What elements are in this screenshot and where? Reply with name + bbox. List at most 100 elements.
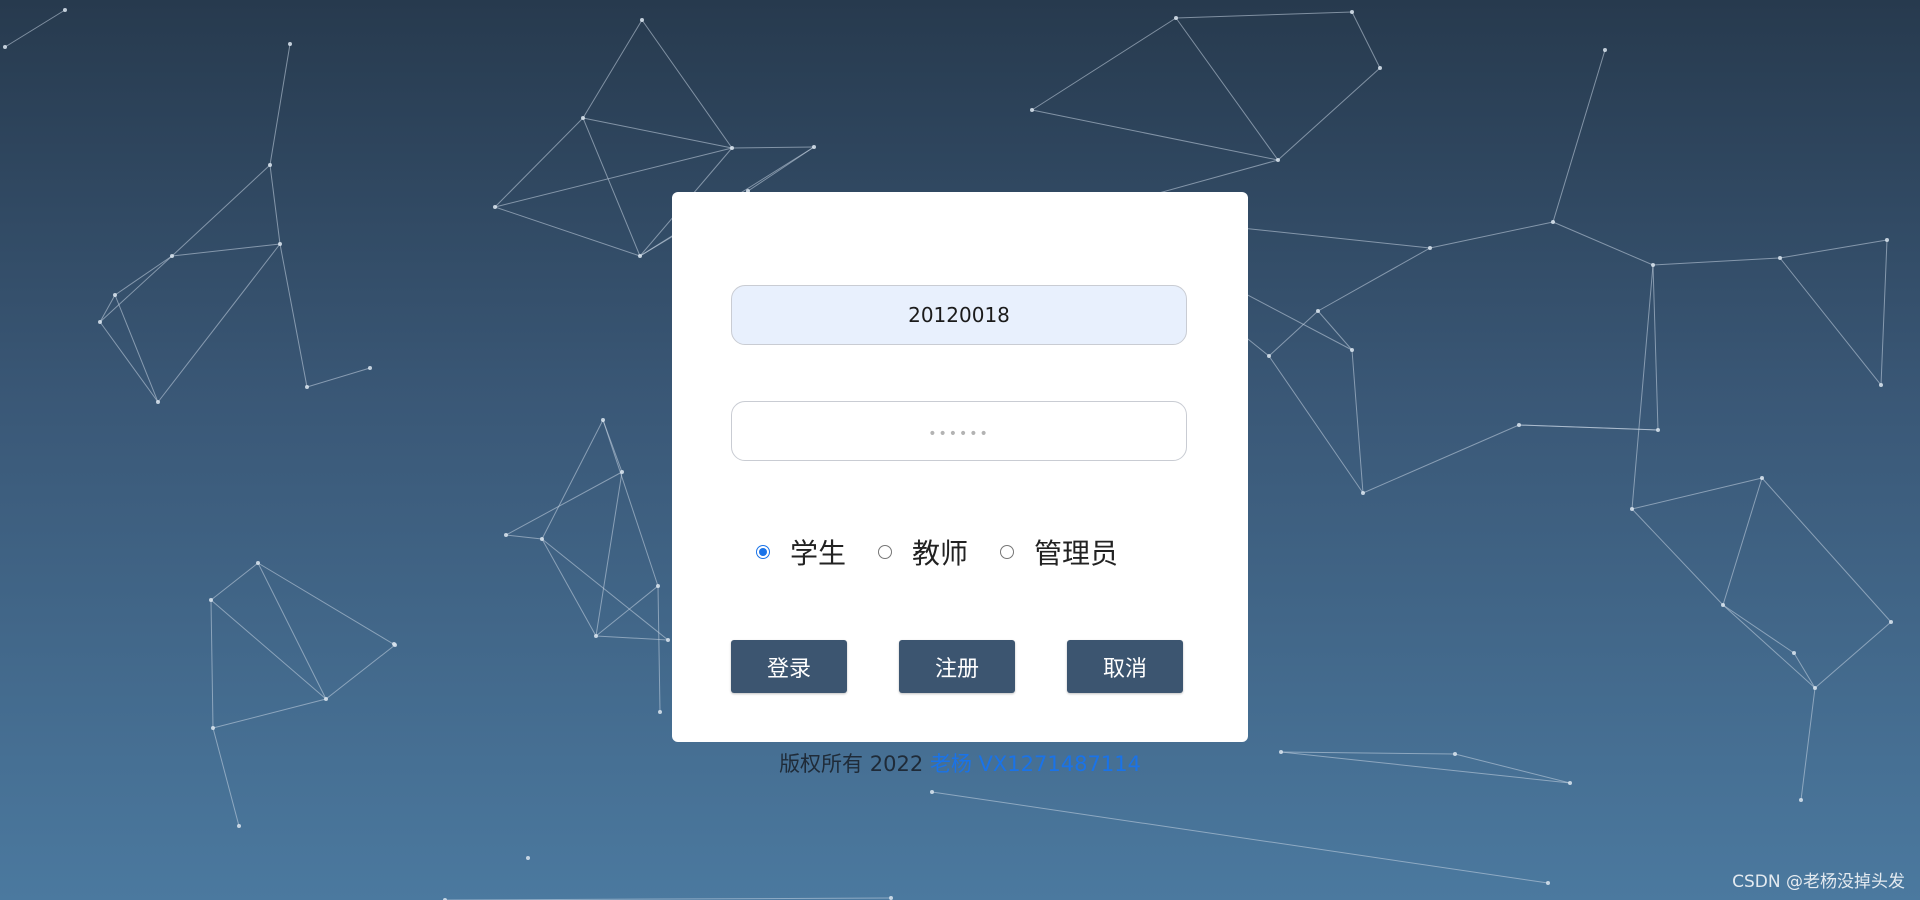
network-line [210, 599, 327, 700]
role-selector: 学生 教师 管理员 [756, 532, 1150, 572]
network-node [1630, 507, 1634, 511]
role-option-admin[interactable]: 管理员 [1000, 532, 1118, 572]
network-line [1552, 49, 1606, 223]
contact-link[interactable]: 老杨 VX1271487114 [930, 752, 1141, 776]
network-node [1879, 383, 1883, 387]
network-node [1799, 798, 1803, 802]
network-node [113, 293, 117, 297]
network-node [1276, 158, 1280, 162]
network-line [1761, 477, 1892, 623]
network-line [731, 146, 815, 149]
network-node [3, 45, 7, 49]
network-line [595, 585, 659, 637]
network-node [211, 726, 215, 730]
network-line [602, 419, 659, 587]
network-node [1760, 476, 1764, 480]
network-line [114, 255, 173, 296]
network-node [638, 254, 642, 258]
network-line [505, 471, 623, 536]
network-node [305, 385, 309, 389]
login-card: 学生 教师 管理员 登录 注册 取消 [672, 192, 1248, 742]
teacher-radio[interactable] [878, 545, 893, 559]
network-line [1351, 349, 1364, 494]
network-line [1722, 604, 1816, 689]
network-node [1792, 651, 1796, 655]
network-line [99, 321, 159, 403]
network-line [279, 243, 308, 388]
network-line [4, 9, 66, 48]
copyright-text: 版权所有 2022 [779, 752, 924, 776]
network-line [657, 585, 661, 713]
network-node [1813, 686, 1817, 690]
network-node [1316, 309, 1320, 313]
network-node [1174, 16, 1178, 20]
network-line [210, 562, 259, 601]
network-node [581, 116, 585, 120]
network-line [541, 538, 669, 641]
student-radio[interactable] [756, 545, 770, 559]
network-line [1175, 11, 1353, 19]
network-node [1889, 620, 1893, 624]
role-option-teacher[interactable]: 教师 [878, 532, 968, 572]
network-node [1778, 256, 1782, 260]
network-line [1175, 17, 1279, 161]
network-line [1880, 239, 1888, 386]
network-line [1518, 424, 1659, 431]
network-node [1428, 246, 1432, 250]
network-node [278, 242, 282, 246]
network-line [1800, 687, 1816, 801]
network-line [1268, 355, 1364, 494]
network-line [1652, 264, 1659, 431]
username-input[interactable] [731, 285, 1187, 345]
network-node [268, 163, 272, 167]
network-line [1779, 257, 1882, 386]
network-line [1277, 67, 1381, 161]
admin-radio[interactable] [1000, 545, 1015, 559]
network-node [1350, 348, 1354, 352]
network-node [288, 42, 292, 46]
login-button[interactable]: 登录 [731, 640, 847, 693]
network-line [99, 255, 173, 323]
network-node [1546, 881, 1550, 885]
network-node [1885, 238, 1889, 242]
network-node [1551, 220, 1555, 224]
network-line [1722, 477, 1763, 606]
network-node [1361, 491, 1365, 495]
network-line [494, 206, 641, 257]
network-node [889, 896, 893, 900]
network-line [1793, 652, 1816, 689]
network-node [368, 366, 372, 370]
footer: 版权所有 2022 老杨 VX1271487114 [0, 748, 1920, 778]
network-line [1429, 221, 1554, 249]
network-node [1603, 48, 1607, 52]
role-option-student[interactable]: 学生 [756, 532, 846, 572]
register-button[interactable]: 注册 [899, 640, 1015, 693]
network-node [170, 254, 174, 258]
network-line [582, 117, 641, 257]
network-node [656, 584, 660, 588]
network-line [212, 698, 327, 729]
network-node [526, 856, 530, 860]
network-line [269, 164, 281, 245]
network-node [98, 320, 102, 324]
network-line [306, 367, 371, 388]
network-line [210, 599, 214, 729]
network-line [1362, 424, 1520, 494]
network-line [1631, 264, 1654, 510]
network-line [505, 534, 543, 540]
password-input[interactable] [731, 401, 1187, 461]
network-node [620, 470, 624, 474]
network-line [157, 243, 281, 403]
network-line [1268, 310, 1319, 357]
network-node [1651, 263, 1655, 267]
network-node [493, 205, 497, 209]
network-line [1652, 257, 1781, 266]
network-node [209, 598, 213, 602]
network-line [1779, 239, 1888, 259]
network-line [931, 791, 1549, 884]
network-line [1631, 508, 1724, 606]
network-node [1350, 10, 1354, 14]
network-node [540, 537, 544, 541]
role-label-teacher: 教师 [912, 537, 969, 570]
cancel-button[interactable]: 取消 [1067, 640, 1183, 693]
